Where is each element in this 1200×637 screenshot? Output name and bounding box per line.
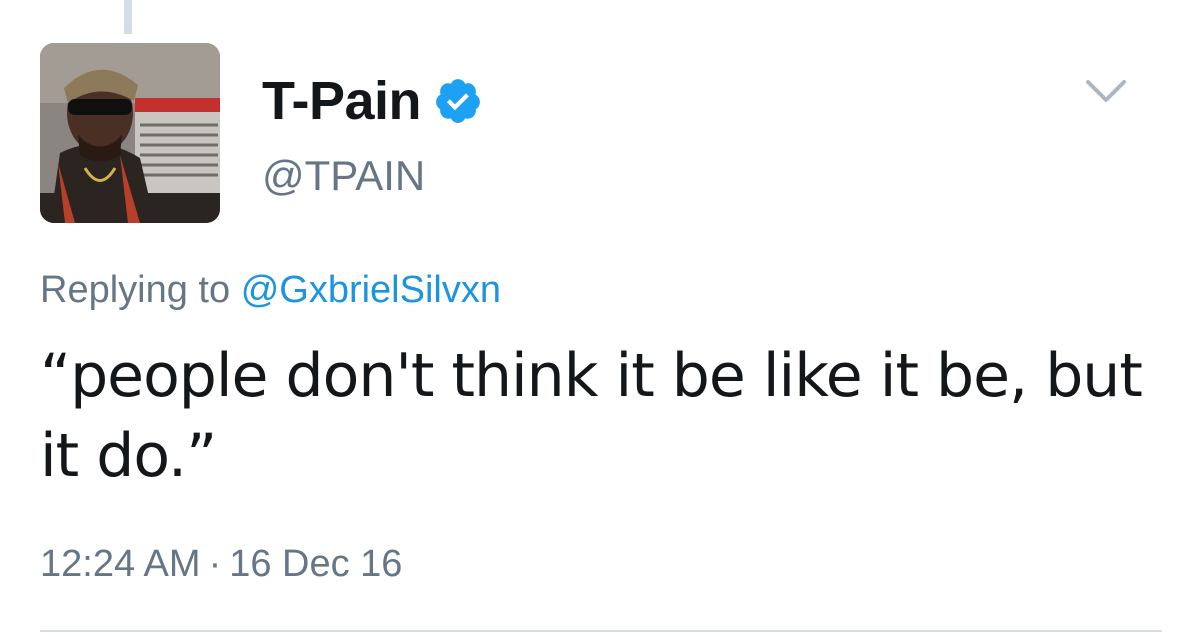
- tweet-time: 12:24 AM: [40, 543, 201, 585]
- replying-to-label: Replying to: [40, 269, 231, 311]
- thread-connector-line: [124, 0, 132, 34]
- replying-to-context: Replying to @GxbrielSilvxn: [40, 262, 501, 318]
- author-handle[interactable]: @TPAIN: [262, 146, 425, 206]
- tweet-date: 16 Dec 16: [229, 543, 403, 585]
- chevron-down-icon[interactable]: [1084, 76, 1128, 108]
- divider: [40, 630, 1162, 632]
- verified-badge-icon: [433, 76, 483, 126]
- avatar[interactable]: [40, 43, 220, 223]
- author-name-row: T-Pain: [262, 66, 483, 136]
- reply-to-handle-link[interactable]: @GxbrielSilvxn: [241, 269, 501, 311]
- meta-separator: ·: [208, 543, 222, 585]
- tweet-timestamp[interactable]: 12:24 AM · 16 Dec 16: [40, 534, 402, 594]
- avatar-photo: [40, 43, 220, 223]
- tweet-text: “people don't think it be like it be, bu…: [40, 341, 1143, 491]
- author-display-name[interactable]: T-Pain: [262, 66, 422, 136]
